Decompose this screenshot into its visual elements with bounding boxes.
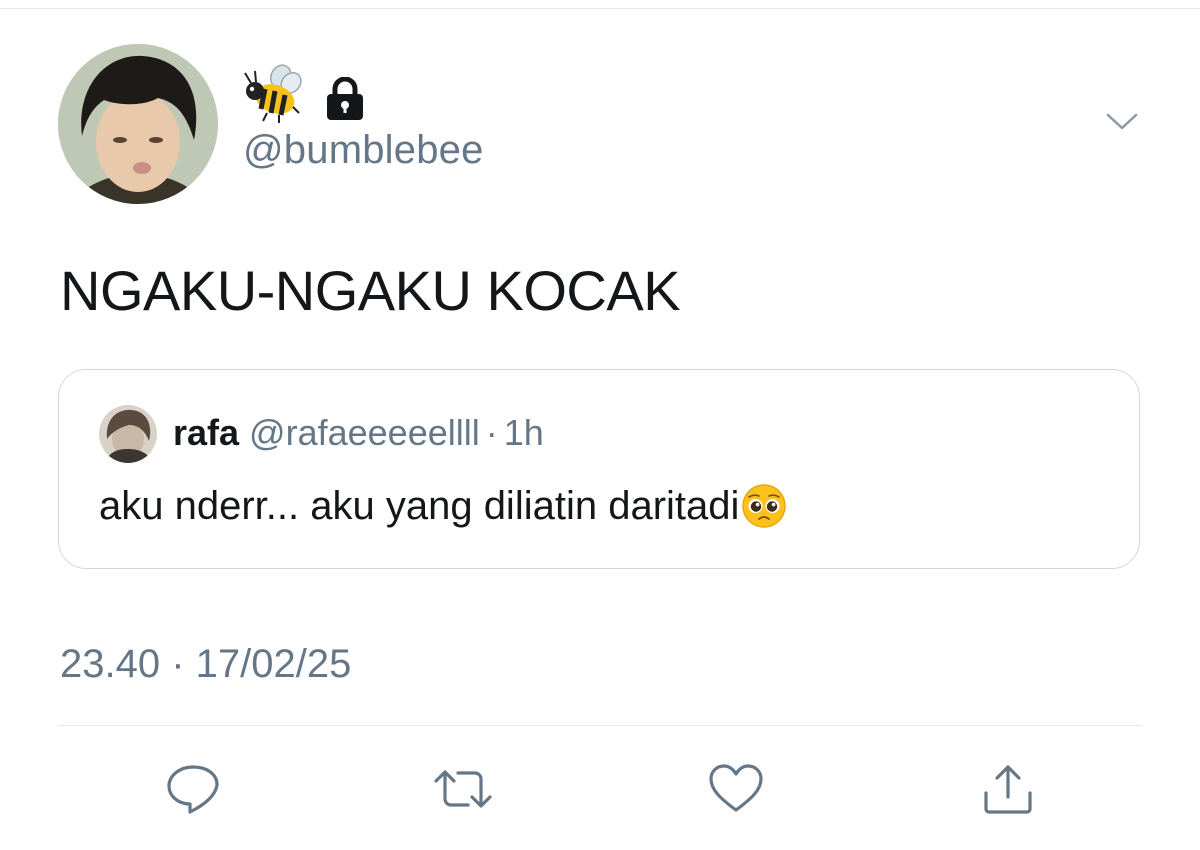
more-options-button[interactable] [1100, 103, 1144, 139]
reply-button[interactable] [162, 760, 224, 818]
tweet-timestamp[interactable]: 23.40 · 17/02/25 [60, 642, 351, 687]
retweet-icon [434, 770, 492, 808]
quoted-separator: · [485, 412, 498, 453]
share-button[interactable] [977, 760, 1039, 818]
author-handle[interactable]: @bumblebee [243, 128, 484, 173]
tweet-text: NGAKU-NGAKU KOCAK [60, 259, 681, 322]
action-divider [58, 725, 1142, 726]
author-avatar[interactable] [58, 44, 218, 204]
lock-icon [327, 77, 363, 120]
quoted-time: 1h [503, 412, 544, 453]
like-button[interactable] [705, 760, 767, 818]
bee-icon [244, 64, 302, 123]
share-icon [984, 765, 1032, 814]
quoted-author-handle[interactable]: @rafaeeeeellll [249, 412, 480, 453]
quoted-avatar-image [99, 405, 157, 463]
display-name[interactable] [243, 62, 365, 124]
quoted-tweet-text: aku nderr... aku yang diliatin daritadi [99, 483, 740, 528]
quoted-author-name[interactable]: rafa [173, 412, 239, 453]
top-divider [0, 8, 1200, 9]
quoted-tweet-header: rafa @rafaeeeeellll · 1h [173, 412, 544, 454]
avatar-image [58, 44, 218, 204]
reply-icon [167, 765, 219, 814]
quoted-tweet-text-row: aku nderr... aku yang diliatin daritadi [99, 483, 787, 529]
retweet-button[interactable] [432, 760, 494, 818]
chevron-down-icon [1106, 113, 1138, 130]
quoted-tweet-card[interactable]: rafa @rafaeeeeellll · 1h aku nderr... aku y… [58, 369, 1140, 569]
pleading-face-icon [742, 484, 787, 528]
quoted-author-avatar [99, 405, 157, 463]
heart-icon [709, 764, 763, 812]
